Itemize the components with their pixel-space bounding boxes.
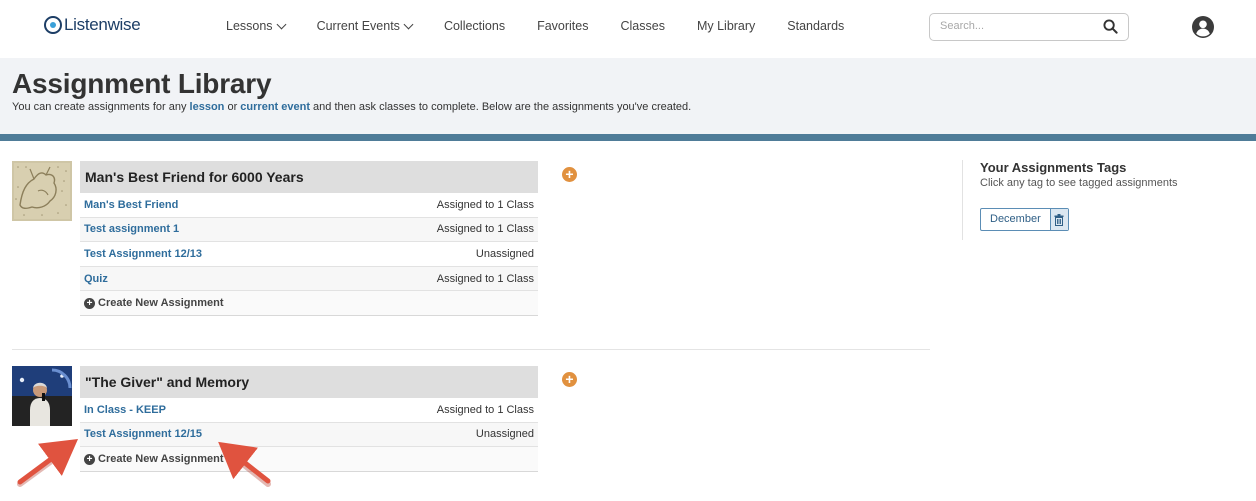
assignment-row: Test Assignment 12/13 Unassigned bbox=[80, 242, 538, 267]
assignment-row: Quiz Assigned to 1 Class bbox=[80, 266, 538, 292]
add-to-lesson-button[interactable]: + bbox=[562, 372, 577, 387]
nav-favorites[interactable]: Favorites bbox=[537, 19, 588, 33]
assignment-link[interactable]: Test assignment 1 bbox=[84, 223, 179, 235]
nav-standards[interactable]: Standards bbox=[787, 19, 844, 33]
nav-current-events-label: Current Events bbox=[316, 19, 400, 33]
banner-divider-bar bbox=[0, 134, 1256, 141]
plus-circle-icon: + bbox=[84, 297, 95, 309]
nav-lessons[interactable]: Lessons bbox=[226, 19, 287, 33]
plus-circle-icon: + bbox=[84, 453, 95, 465]
assignment-status: Unassigned bbox=[475, 247, 534, 260]
tags-title: Your Assignments Tags bbox=[980, 160, 1127, 175]
nav-classes[interactable]: Classes bbox=[620, 19, 664, 33]
tag-december: December bbox=[980, 208, 1069, 231]
lesson-card: Man's Best Friend for 6000 Years Man's B… bbox=[80, 161, 538, 317]
lesson-card: "The Giver" and Memory In Class - KEEP A… bbox=[80, 366, 538, 473]
assignment-status: Assigned to 1 Class bbox=[436, 403, 534, 416]
subtitle-text: You can create assignments for any bbox=[12, 101, 190, 113]
assignment-status: Assigned to 1 Class bbox=[436, 272, 534, 285]
assignment-link[interactable]: In Class - KEEP bbox=[84, 404, 166, 416]
tag-label[interactable]: December bbox=[981, 209, 1050, 230]
create-new-assignment-button[interactable]: + Create New Assignment bbox=[80, 447, 538, 473]
nav-my-library-label: My Library bbox=[696, 19, 756, 33]
trash-icon[interactable] bbox=[1049, 209, 1068, 230]
assignment-link[interactable]: Test Assignment 12/15 bbox=[84, 428, 202, 440]
create-new-assignment-button[interactable]: + Create New Assignment bbox=[80, 291, 538, 317]
lesson-title[interactable]: Man's Best Friend for 6000 Years bbox=[80, 161, 538, 193]
lesson-block: Man's Best Friend for 6000 Years Man's B… bbox=[12, 161, 577, 321]
nav-current-events[interactable]: Current Events bbox=[316, 19, 414, 33]
assignment-row: Test assignment 1 Assigned to 1 Class bbox=[80, 217, 538, 243]
main-nav: Lessons Current Events Collections Favor… bbox=[226, 19, 876, 33]
lesson-thumbnail[interactable] bbox=[12, 161, 72, 221]
chevron-down-icon bbox=[276, 19, 287, 29]
nav-classes-label: Classes bbox=[620, 19, 665, 33]
assignment-status: Unassigned bbox=[475, 428, 534, 441]
assignment-tags-panel: Your Assignments Tags Click any tag to s… bbox=[962, 160, 1222, 240]
subtitle-text: and then ask classes to complete. Below … bbox=[310, 101, 692, 113]
user-avatar-icon[interactable] bbox=[1192, 16, 1214, 38]
logo-icon bbox=[44, 16, 62, 34]
search-input[interactable] bbox=[940, 20, 1100, 32]
nav-lessons-label: Lessons bbox=[226, 19, 273, 33]
nav-favorites-label: Favorites bbox=[537, 19, 589, 33]
tags-subtitle: Click any tag to see tagged assignments bbox=[980, 177, 1178, 189]
page-title: Assignment Library bbox=[12, 68, 272, 99]
assignment-link[interactable]: Test Assignment 12/13 bbox=[84, 248, 202, 260]
assignment-link[interactable]: Quiz bbox=[84, 273, 108, 285]
assignment-link[interactable]: Man's Best Friend bbox=[84, 199, 178, 211]
page-header-banner: Assignment Library You can create assign… bbox=[0, 58, 1256, 134]
assignment-row: Man's Best Friend Assigned to 1 Class bbox=[80, 193, 538, 218]
page-subtitle: You can create assignments for any lesso… bbox=[12, 101, 691, 113]
logo-text: Listenwise bbox=[64, 15, 141, 34]
lesson-title[interactable]: "The Giver" and Memory bbox=[80, 366, 538, 398]
assignment-row: Test Assignment 12/15 Unassigned bbox=[80, 422, 538, 448]
lesson-link[interactable]: lesson bbox=[190, 101, 225, 113]
add-to-lesson-button[interactable]: + bbox=[562, 167, 577, 182]
assignment-status: Assigned to 1 Class bbox=[436, 223, 534, 236]
subtitle-text: or bbox=[224, 101, 241, 113]
search-icon[interactable] bbox=[1103, 19, 1118, 34]
chevron-down-icon bbox=[403, 19, 414, 29]
nav-collections[interactable]: Collections bbox=[444, 19, 505, 33]
create-new-assignment-label: Create New Assignment bbox=[98, 453, 224, 466]
listenwise-logo[interactable]: Listenwise bbox=[44, 15, 141, 35]
search-box bbox=[929, 13, 1129, 41]
assignment-status: Assigned to 1 Class bbox=[436, 198, 534, 211]
section-divider bbox=[12, 349, 930, 350]
top-navigation: Listenwise Lessons Current Events Collec… bbox=[0, 0, 1256, 58]
nav-collections-label: Collections bbox=[443, 19, 506, 33]
create-new-assignment-label: Create New Assignment bbox=[98, 297, 224, 310]
current-event-link[interactable]: current event bbox=[240, 101, 310, 113]
assignment-row: In Class - KEEP Assigned to 1 Class bbox=[80, 398, 538, 423]
nav-standards-label: Standards bbox=[787, 19, 845, 33]
nav-my-library[interactable]: My Library bbox=[697, 19, 755, 33]
lesson-block: "The Giver" and Memory In Class - KEEP A… bbox=[12, 366, 577, 476]
lesson-thumbnail[interactable] bbox=[12, 366, 72, 426]
